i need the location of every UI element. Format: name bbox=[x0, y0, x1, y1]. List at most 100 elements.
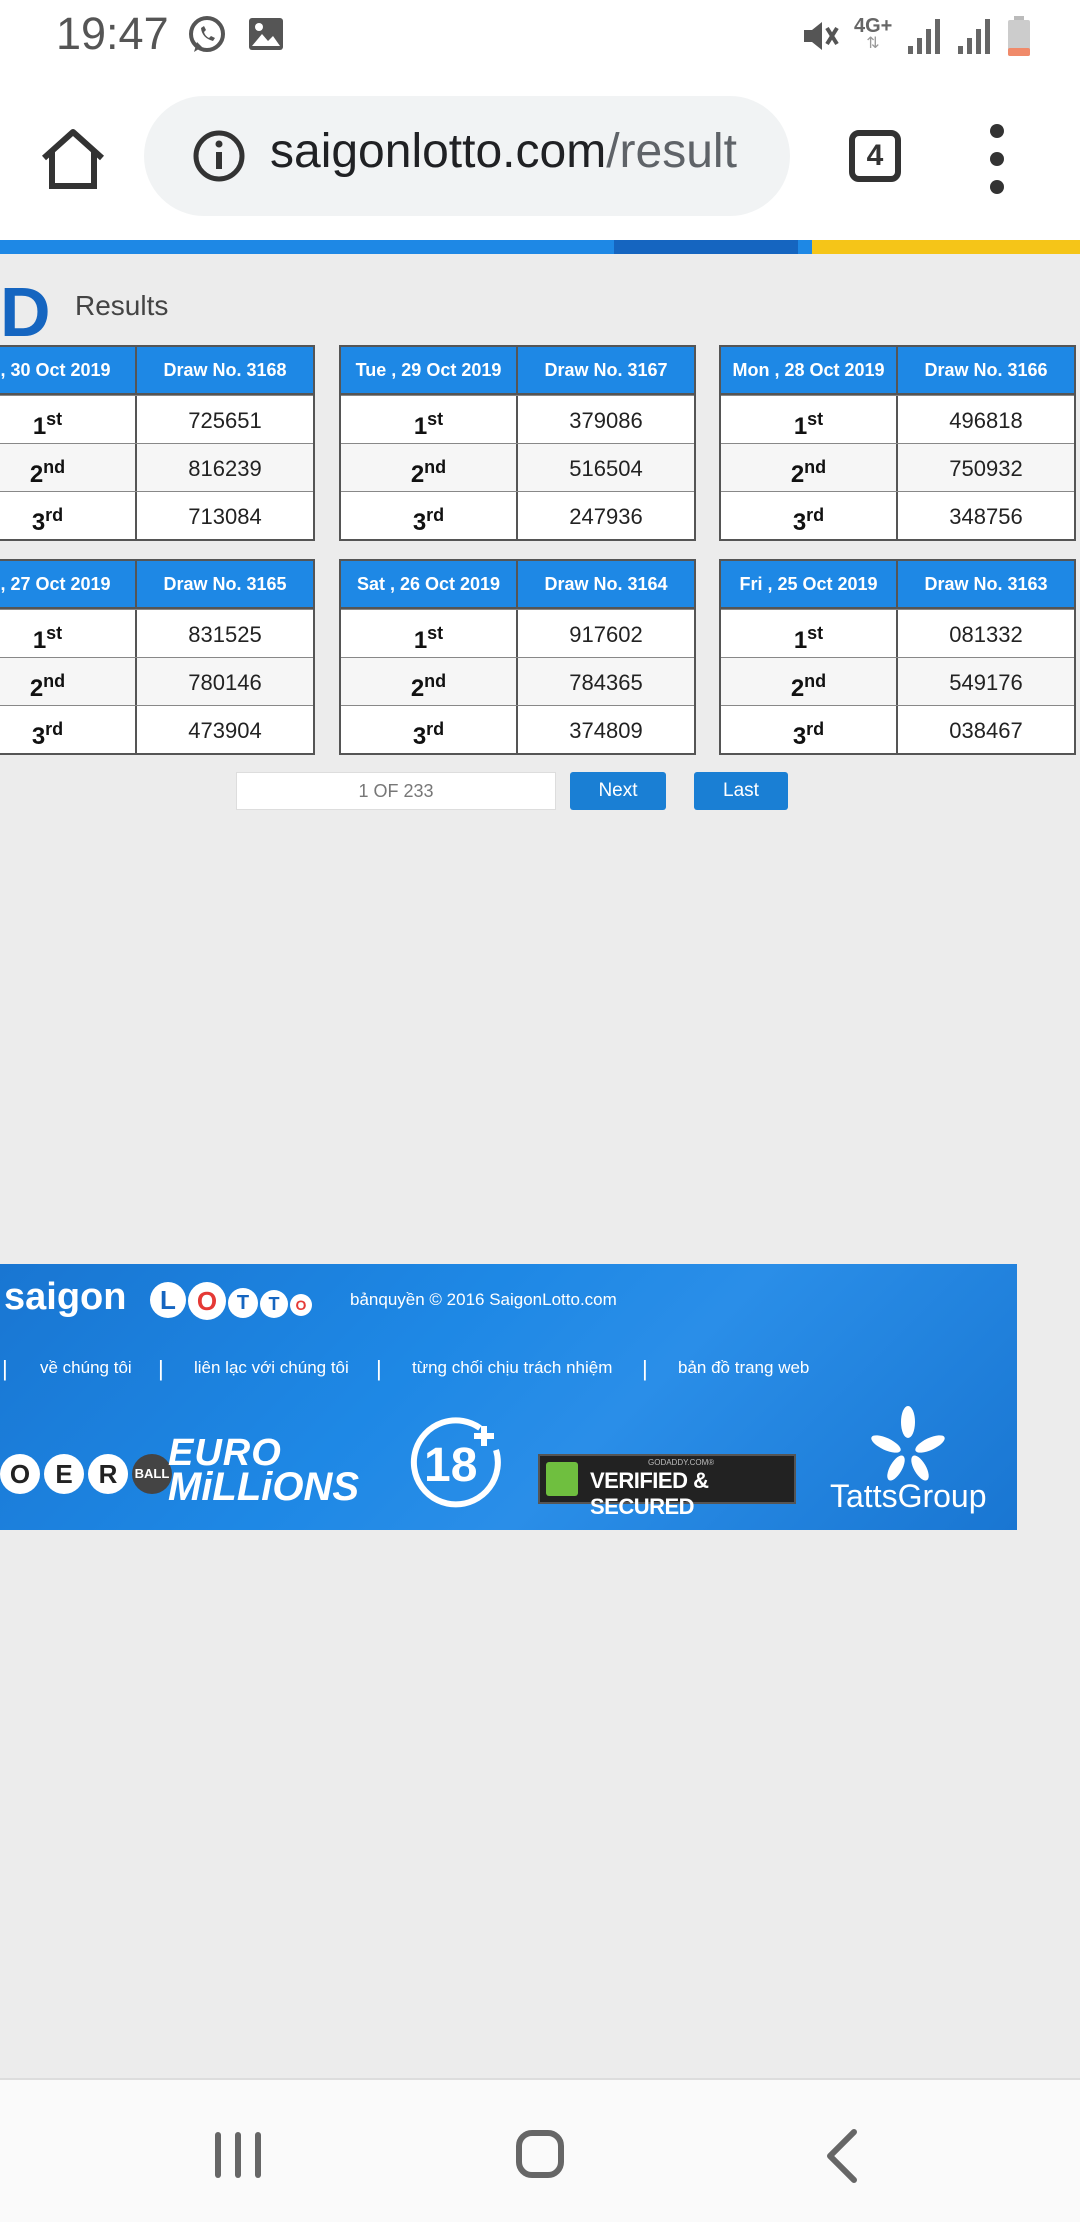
header-stripe bbox=[614, 240, 798, 254]
link-separator: | bbox=[376, 1356, 382, 1381]
winning-number: 750932 bbox=[949, 456, 1023, 481]
table-row: 1st 725651 bbox=[0, 395, 313, 443]
lotto-ball: T bbox=[228, 1288, 258, 1318]
prize-rank: 1st bbox=[721, 610, 898, 657]
prize-rank: 2nd bbox=[0, 444, 137, 491]
result-table: Sat , 26 Oct 2019 Draw No. 3164 1st 91760… bbox=[339, 559, 696, 755]
tatts-logo-text: TattsGroup bbox=[830, 1478, 987, 1514]
copyright-text: bảnquyền © 2016 SaigonLotto.com bbox=[350, 1290, 617, 1309]
table-row: 2nd 780146 bbox=[0, 657, 313, 705]
euro-line2: MiLLiONS bbox=[168, 1465, 360, 1509]
lotto-ball: O bbox=[188, 1282, 226, 1320]
table-row: 3rd 374809 bbox=[341, 705, 694, 753]
footer-link-contact[interactable]: liên lạc với chúng tôi bbox=[194, 1358, 349, 1378]
more-menu-button[interactable] bbox=[982, 124, 1012, 194]
footer-link-about[interactable]: về chúng tôi bbox=[40, 1358, 132, 1378]
url-text[interactable]: saigonlotto.com/result bbox=[270, 124, 737, 179]
winning-number: 081332 bbox=[949, 622, 1023, 647]
footer-link-disclaimer[interactable]: từng chối chịu trách nhiệm bbox=[412, 1358, 612, 1378]
home-icon[interactable] bbox=[38, 124, 108, 194]
draw-number: Draw No. 3166 bbox=[924, 360, 1048, 380]
signal-icon bbox=[908, 19, 940, 54]
header-stripe bbox=[798, 240, 812, 254]
tab-switcher-button[interactable]: 4 bbox=[849, 130, 901, 182]
powerball-letter: O bbox=[0, 1454, 40, 1494]
draw-number: Draw No. 3163 bbox=[924, 574, 1048, 594]
status-icons: 4G+ ⇅ bbox=[800, 14, 1032, 58]
prize-rank: 1st bbox=[0, 610, 137, 657]
lotto-ball: T bbox=[260, 1290, 288, 1318]
verified-text: VERIFIED & SECURED bbox=[590, 1468, 709, 1519]
draw-date: Mon , 28 Oct 2019 bbox=[721, 347, 898, 393]
prize-rank: 3rd bbox=[341, 492, 518, 539]
signal-icon bbox=[958, 19, 990, 54]
prize-rank: 3rd bbox=[721, 492, 898, 539]
recent-bar bbox=[255, 2132, 261, 2178]
table-row: 3rd 038467 bbox=[721, 705, 1074, 753]
status-bar: 19:47 4G+ ⇅ bbox=[0, 0, 1080, 72]
address-bar[interactable]: saigonlotto.com/result bbox=[144, 96, 790, 216]
result-table: Fri , 25 Oct 2019 Draw No. 3163 1st 08133… bbox=[719, 559, 1076, 755]
recent-bar bbox=[215, 2132, 221, 2178]
winning-number: 374809 bbox=[569, 718, 643, 743]
link-separator: | bbox=[642, 1356, 648, 1381]
verified-secured-badge[interactable]: GODADDY.COM® VERIFIED & SECURED bbox=[538, 1454, 796, 1519]
link-separator: | bbox=[2, 1356, 8, 1381]
status-time: 19:47 bbox=[56, 8, 169, 59]
table-row: 3rd 247936 bbox=[341, 491, 694, 539]
prize-rank: 3rd bbox=[0, 706, 137, 753]
prize-rank: 2nd bbox=[341, 444, 518, 491]
prize-rank: 1st bbox=[341, 610, 518, 657]
next-button[interactable]: Next bbox=[570, 772, 666, 810]
result-table: n , 27 Oct 2019 Draw No. 3165 1st831525 … bbox=[0, 559, 315, 755]
winning-number: 496818 bbox=[949, 408, 1023, 433]
draw-date: n , 27 Oct 2019 bbox=[0, 561, 137, 607]
last-button[interactable]: Last bbox=[694, 772, 788, 810]
footer-brand: saigon bbox=[4, 1276, 127, 1318]
back-icon[interactable] bbox=[822, 2128, 862, 2184]
draw-date: d , 30 Oct 2019 bbox=[0, 347, 137, 393]
age-number: 18 bbox=[424, 1439, 478, 1492]
result-table-header: Mon , 28 Oct 2019 Draw No. 3166 bbox=[721, 347, 1074, 395]
powerball-letter: E bbox=[44, 1454, 84, 1494]
footer-link-sitemap[interactable]: bản đồ trang web bbox=[678, 1358, 809, 1378]
table-row: 1st 379086 bbox=[341, 395, 694, 443]
winning-number: 917602 bbox=[569, 622, 643, 647]
menu-dot bbox=[990, 180, 1004, 194]
table-row: 1st 917602 bbox=[341, 609, 694, 657]
url-path: /result bbox=[606, 125, 737, 178]
lock-icon bbox=[546, 1462, 578, 1496]
powerball-letter: R bbox=[88, 1454, 128, 1494]
lotto-ball: L bbox=[150, 1282, 186, 1318]
brand-letter: D bbox=[0, 273, 51, 351]
draw-number: Draw No. 3165 bbox=[163, 574, 287, 594]
table-row: 2nd 750932 bbox=[721, 443, 1074, 491]
draw-number: Draw No. 3168 bbox=[163, 360, 287, 380]
winning-number: 516504 bbox=[569, 456, 643, 481]
winning-number: 780146 bbox=[188, 670, 262, 695]
draw-date: Fri , 25 Oct 2019 bbox=[721, 561, 898, 607]
result-table-header: Tue , 29 Oct 2019 Draw No. 3167 bbox=[341, 347, 694, 395]
winning-number: 816239 bbox=[188, 456, 262, 481]
result-table-header: n , 27 Oct 2019 Draw No. 3165 bbox=[0, 561, 313, 609]
network-type: 4G+ ⇅ bbox=[854, 15, 893, 52]
result-table: d , 30 Oct 2019 Draw No. 3168 1st725651 … bbox=[0, 345, 315, 541]
winning-number: 038467 bbox=[949, 718, 1023, 743]
home-button[interactable] bbox=[516, 2130, 564, 2178]
prize-rank: 2nd bbox=[721, 444, 898, 491]
table-row: 2nd 784365 bbox=[341, 657, 694, 705]
winning-number: 473904 bbox=[188, 718, 262, 743]
winning-number: 831525 bbox=[188, 622, 262, 647]
draw-number: Draw No. 3167 bbox=[544, 360, 668, 380]
prize-rank: 2nd bbox=[721, 658, 898, 705]
battery-icon bbox=[1008, 16, 1030, 56]
recent-bar bbox=[235, 2132, 241, 2178]
table-row: 2nd 549176 bbox=[721, 657, 1074, 705]
footer-links: | về chúng tôi | liên lạc với chúng tôi … bbox=[0, 1356, 1017, 1388]
table-row: 3rd 348756 bbox=[721, 491, 1074, 539]
euromillions-logo: EURO MiLLiONS bbox=[168, 1434, 360, 1509]
recent-apps-button[interactable] bbox=[215, 2132, 263, 2178]
info-icon[interactable] bbox=[192, 129, 246, 183]
draw-date: Sat , 26 Oct 2019 bbox=[341, 561, 518, 607]
age-restriction-badge: 18 bbox=[410, 1416, 506, 1512]
